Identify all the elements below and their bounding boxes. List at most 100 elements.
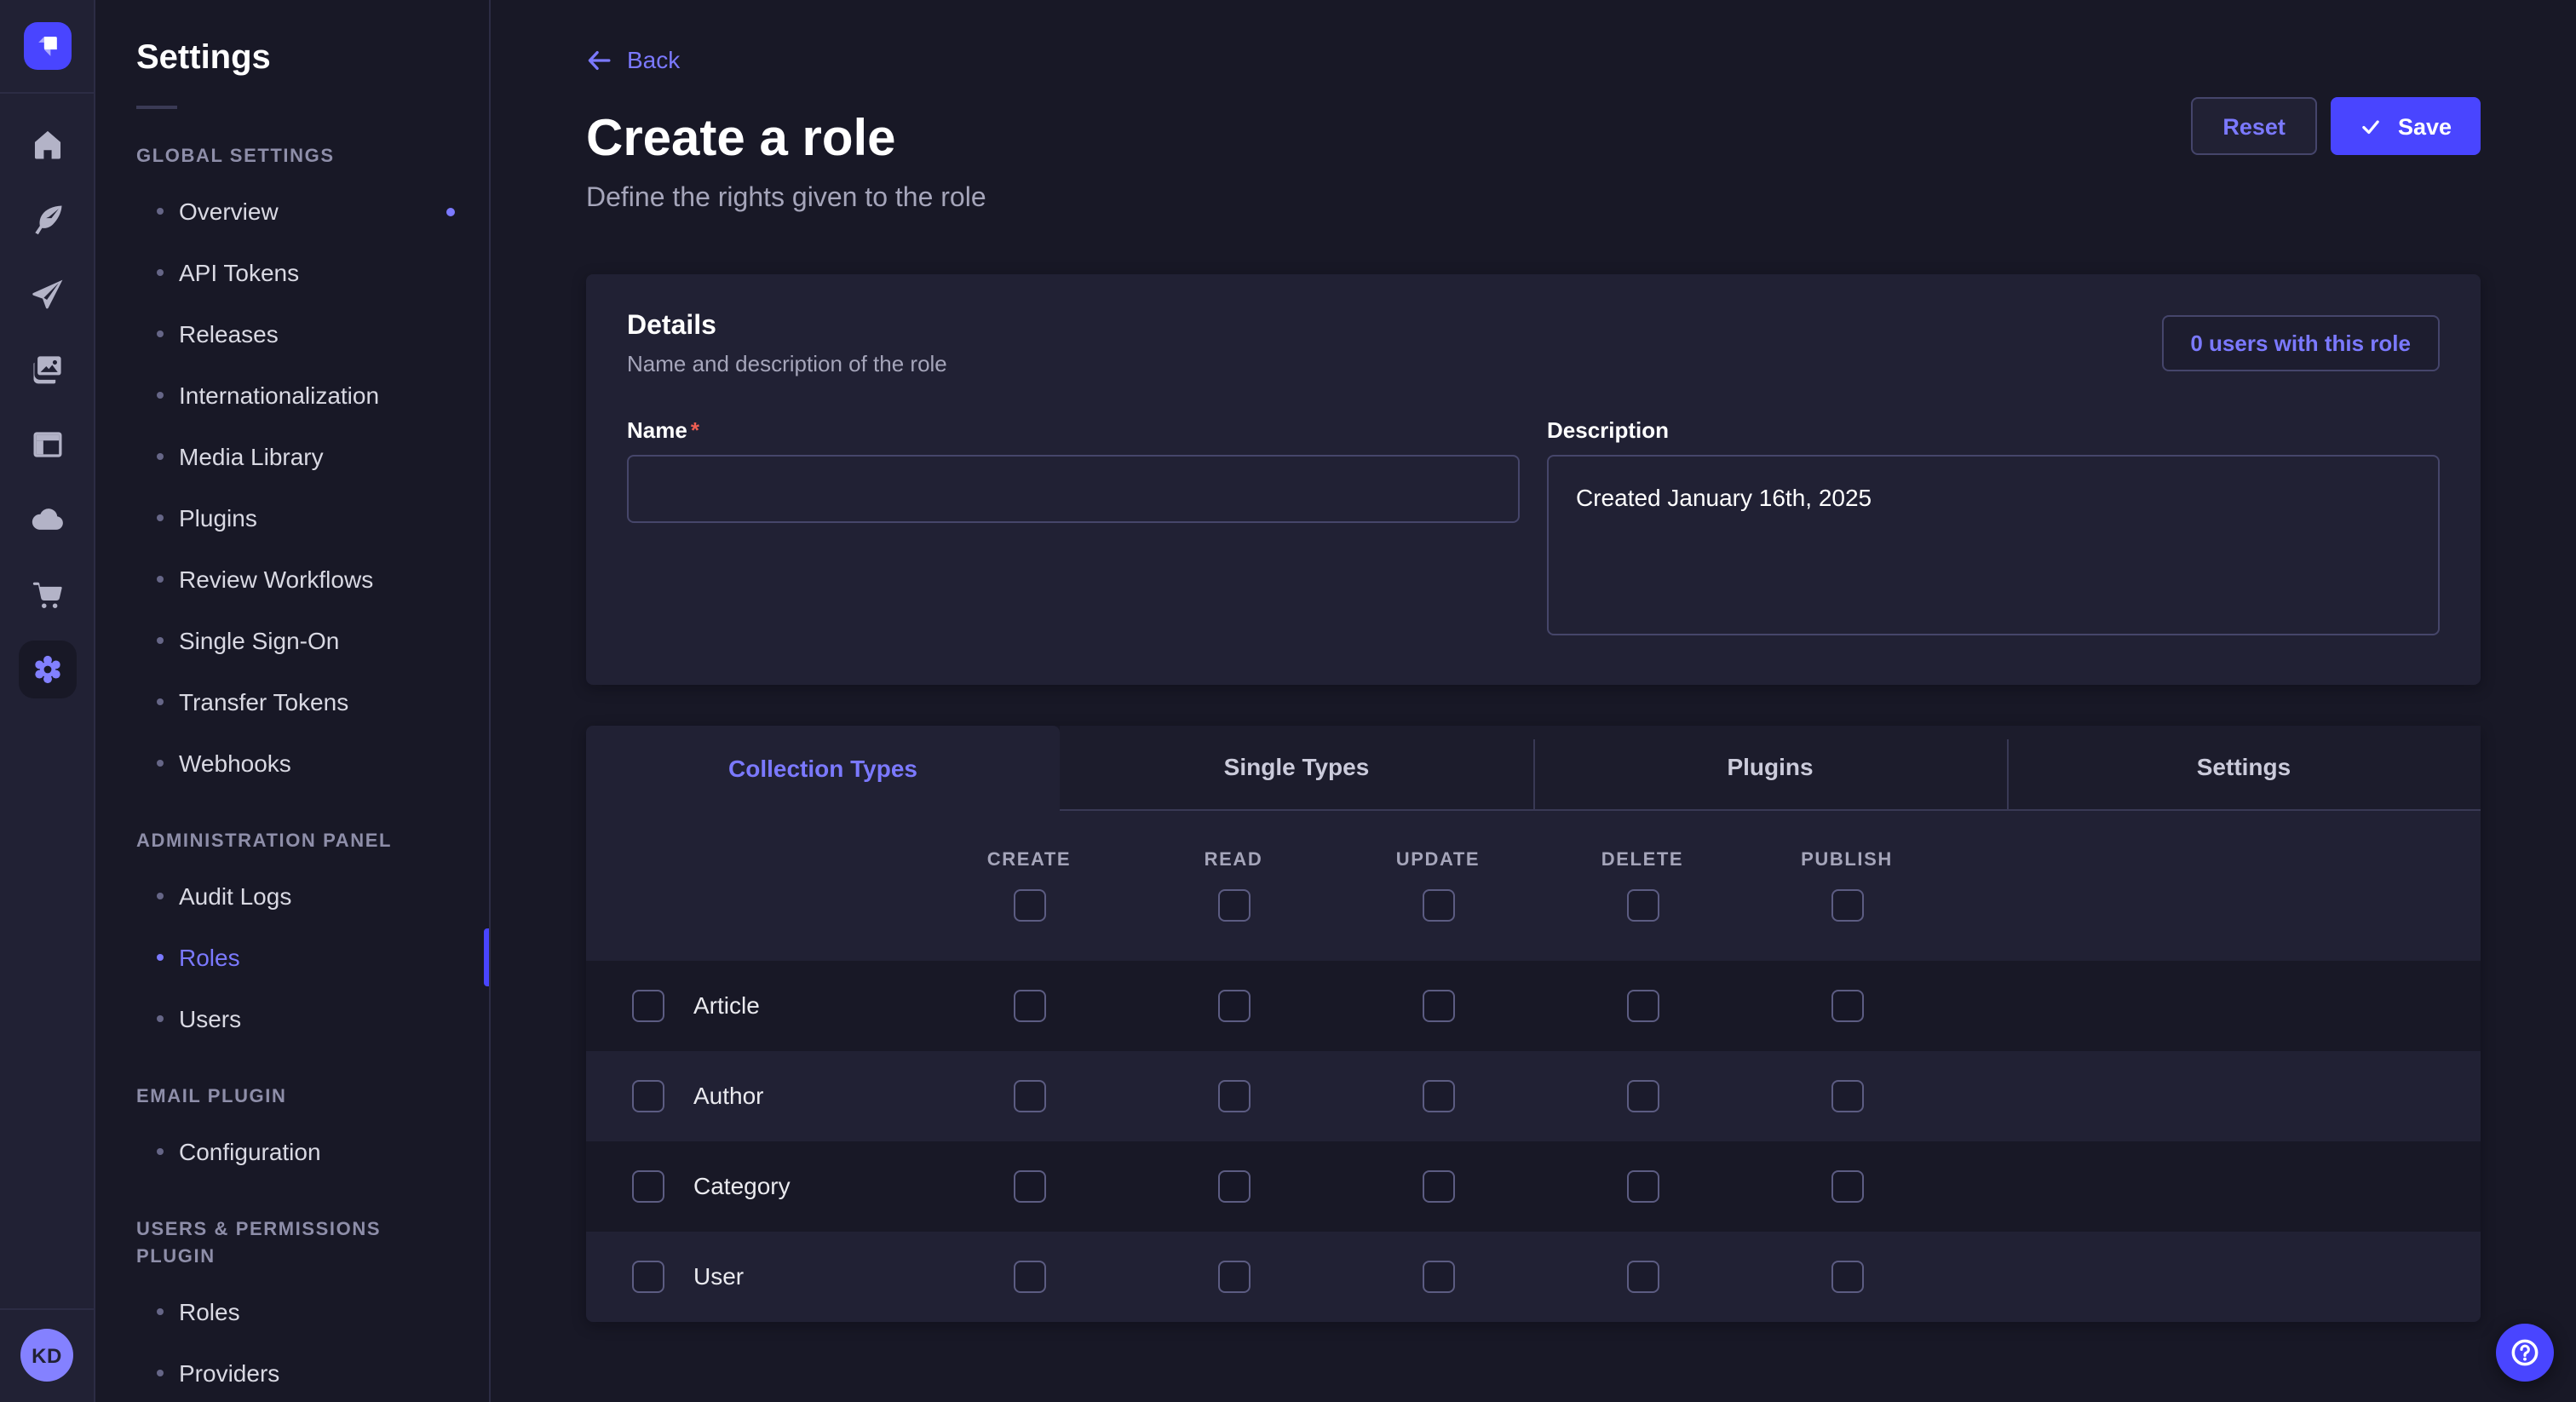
bullet-icon	[157, 392, 164, 399]
bullet-icon	[157, 1370, 164, 1376]
user-row-checkbox[interactable]	[632, 1260, 664, 1292]
tab-single-types[interactable]: Single Types	[1060, 725, 1533, 810]
select-all-update-checkbox[interactable]	[1422, 888, 1454, 921]
author-create-checkbox[interactable]	[1013, 1079, 1045, 1112]
bullet-icon	[157, 637, 164, 644]
bullet-icon	[157, 1308, 164, 1315]
section-global-settings: GLOBAL SETTINGS Overview API Tokens Rele…	[95, 143, 489, 794]
back-label: Back	[627, 46, 680, 73]
back-link[interactable]: Back	[586, 46, 680, 73]
strapi-logo[interactable]	[23, 22, 71, 70]
category-update-checkbox[interactable]	[1422, 1169, 1454, 1202]
author-delete-checkbox[interactable]	[1626, 1079, 1659, 1112]
author-publish-checkbox[interactable]	[1831, 1079, 1863, 1112]
permission-row-article: Article	[586, 960, 2481, 1050]
permission-row-category: Category	[586, 1141, 2481, 1231]
sidebar-item-webhooks[interactable]: Webhooks	[95, 733, 489, 794]
name-label: Name*	[627, 417, 1520, 444]
title-divider	[136, 106, 177, 109]
media-library-icon[interactable]	[26, 349, 67, 390]
content-feather-icon[interactable]	[26, 199, 67, 240]
article-row-checkbox[interactable]	[632, 989, 664, 1021]
user-avatar[interactable]: KD	[20, 1329, 73, 1382]
help-button[interactable]	[2496, 1324, 2554, 1382]
bullet-icon	[157, 893, 164, 899]
article-update-checkbox[interactable]	[1422, 989, 1454, 1021]
rail-footer: KD	[0, 1308, 94, 1402]
tab-plugins[interactable]: Plugins	[1533, 725, 2007, 810]
reset-button[interactable]: Reset	[2190, 97, 2318, 155]
sidebar-item-review-workflows[interactable]: Review Workflows	[95, 549, 489, 610]
sidebar-item-transfer-tokens[interactable]: Transfer Tokens	[95, 671, 489, 733]
author-update-checkbox[interactable]	[1422, 1079, 1454, 1112]
user-delete-checkbox[interactable]	[1626, 1260, 1659, 1292]
category-read-checkbox[interactable]	[1217, 1169, 1250, 1202]
sidebar-item-configuration[interactable]: Configuration	[95, 1121, 489, 1182]
bullet-icon	[157, 1015, 164, 1022]
author-read-checkbox[interactable]	[1217, 1079, 1250, 1112]
tab-collection-types[interactable]: Collection Types	[586, 725, 1060, 810]
user-create-checkbox[interactable]	[1013, 1260, 1045, 1292]
user-publish-checkbox[interactable]	[1831, 1260, 1863, 1292]
article-create-checkbox[interactable]	[1013, 989, 1045, 1021]
article-delete-checkbox[interactable]	[1626, 989, 1659, 1021]
settings-gear-icon[interactable]	[18, 641, 76, 698]
column-label-update: UPDATE	[1396, 849, 1480, 870]
section-header: USERS & PERMISSIONS PLUGIN	[95, 1216, 489, 1271]
sidebar-item-audit-logs[interactable]: Audit Logs	[95, 865, 489, 927]
select-all-delete-checkbox[interactable]	[1626, 888, 1659, 921]
article-publish-checkbox[interactable]	[1831, 989, 1863, 1021]
permissions-header: CREATE READ UPDATE DELETE	[586, 810, 2481, 960]
category-row-checkbox[interactable]	[632, 1169, 664, 1202]
notification-dot	[446, 207, 455, 215]
user-read-checkbox[interactable]	[1217, 1260, 1250, 1292]
user-update-checkbox[interactable]	[1422, 1260, 1454, 1292]
description-input[interactable]: Created January 16th, 2025	[1547, 454, 2440, 635]
column-label-publish: PUBLISH	[1801, 849, 1893, 870]
permission-row-user: User	[586, 1231, 2481, 1321]
active-indicator	[484, 928, 489, 986]
name-input[interactable]	[627, 454, 1520, 522]
cloud-icon[interactable]	[26, 499, 67, 540]
column-update: UPDATE	[1336, 810, 1540, 960]
select-all-publish-checkbox[interactable]	[1831, 888, 1863, 921]
description-label: Description	[1547, 417, 2440, 444]
category-publish-checkbox[interactable]	[1831, 1169, 1863, 1202]
category-create-checkbox[interactable]	[1013, 1169, 1045, 1202]
article-read-checkbox[interactable]	[1217, 989, 1250, 1021]
tab-settings[interactable]: Settings	[2007, 725, 2481, 810]
sidebar-item-plugins[interactable]: Plugins	[95, 487, 489, 549]
bullet-icon	[157, 514, 164, 521]
permissions-card: Collection Types Single Types Plugins Se…	[586, 725, 2481, 1321]
section-header: ADMINISTRATION PANEL	[95, 828, 489, 855]
sidebar-item-single-sign-on[interactable]: Single Sign-On	[95, 610, 489, 671]
select-all-read-checkbox[interactable]	[1217, 888, 1250, 921]
sidebar-item-internationalization[interactable]: Internationalization	[95, 365, 489, 426]
question-mark-icon	[2508, 1336, 2542, 1370]
users-with-role-button[interactable]: 0 users with this role	[2161, 314, 2440, 371]
sidebar-item-roles[interactable]: Roles	[95, 927, 489, 988]
sidebar-item-media-library[interactable]: Media Library	[95, 426, 489, 487]
content-type-name: Category	[693, 1172, 791, 1199]
marketplace-cart-icon[interactable]	[26, 574, 67, 615]
bullet-icon	[157, 453, 164, 460]
sidebar-item-api-tokens[interactable]: API Tokens	[95, 242, 489, 303]
select-all-create-checkbox[interactable]	[1013, 888, 1045, 921]
content-type-builder-icon[interactable]	[26, 424, 67, 465]
sidebar-item-releases[interactable]: Releases	[95, 303, 489, 365]
bullet-icon	[157, 208, 164, 215]
section-header: EMAIL PLUGIN	[95, 1083, 489, 1111]
author-row-checkbox[interactable]	[632, 1079, 664, 1112]
bullet-icon	[157, 698, 164, 705]
category-delete-checkbox[interactable]	[1626, 1169, 1659, 1202]
sidebar-item-users[interactable]: Users	[95, 988, 489, 1049]
settings-sidebar: Settings GLOBAL SETTINGS Overview API To…	[95, 0, 491, 1402]
sidebar-item-providers[interactable]: Providers	[95, 1342, 489, 1402]
save-label: Save	[2398, 113, 2452, 139]
details-card: Details Name and description of the role…	[586, 273, 2481, 684]
save-button[interactable]: Save	[2332, 97, 2481, 155]
release-plane-icon[interactable]	[26, 274, 67, 315]
home-icon[interactable]	[26, 124, 67, 165]
sidebar-item-overview[interactable]: Overview	[95, 181, 489, 242]
sidebar-item-up-roles[interactable]: Roles	[95, 1281, 489, 1342]
